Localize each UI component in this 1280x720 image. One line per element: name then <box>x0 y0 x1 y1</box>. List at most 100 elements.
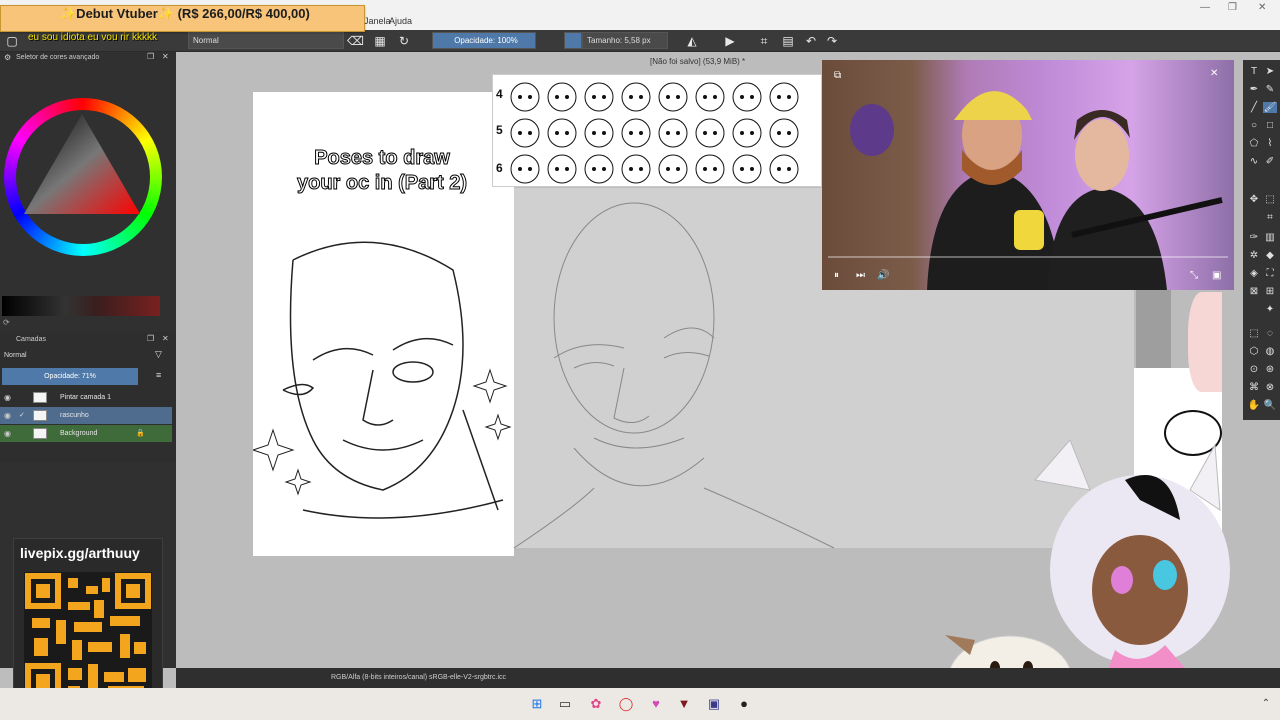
visibility-icon[interactable]: ◉ <box>4 407 11 424</box>
task-view-icon[interactable]: ▭ <box>557 696 573 712</box>
zoom-tool-icon[interactable]: 🔍 <box>1263 400 1277 411</box>
bezier-select-icon[interactable]: ⌘ <box>1247 382 1261 393</box>
transform-tool-icon[interactable]: ⬚ <box>1263 194 1277 205</box>
rect-select-icon[interactable]: ⬚ <box>1247 328 1261 339</box>
rectangle-tool-icon[interactable]: □ <box>1263 120 1277 131</box>
video-close-icon[interactable]: ✕ <box>1210 68 1218 79</box>
menu-item-ajuda[interactable]: Ajuda <box>389 16 412 26</box>
picture-in-picture-video[interactable]: ⧉ ✕ ⏸ ⏭ 🔊 ⤡ ▣ <box>822 60 1234 290</box>
pause-icon[interactable]: ⏸ <box>834 270 839 281</box>
refresh-icon[interactable]: ⟳ <box>3 318 10 327</box>
polygon-tool-icon[interactable]: ⬠ <box>1247 138 1261 149</box>
ellipse-tool-icon[interactable]: ○ <box>1247 120 1261 131</box>
video-progress-bar[interactable] <box>828 256 1228 258</box>
float-layers-icon[interactable]: ❐ <box>147 334 154 343</box>
opacity-slider[interactable]: Opacidade: 100% <box>432 32 536 49</box>
magnetic-select-icon[interactable]: ⊗ <box>1263 382 1277 393</box>
app-record-icon[interactable]: ● <box>736 696 752 712</box>
reload-preset-icon[interactable]: ↻ <box>396 33 412 49</box>
visibility-icon[interactable]: ◉ <box>4 425 11 442</box>
layer-thumbnail <box>33 392 47 403</box>
float-docker-icon[interactable]: ❐ <box>147 52 154 61</box>
freehand-path-icon[interactable]: ✐ <box>1263 156 1277 167</box>
krita-icon[interactable]: ✿ <box>588 696 604 712</box>
move-tool-icon[interactable]: ✥ <box>1247 194 1261 205</box>
layer-row-selected[interactable]: ◉ ✓ rascunho <box>0 407 172 424</box>
layer-row[interactable]: ◉ Pintar camada 1 <box>0 389 172 406</box>
eraser-icon[interactable]: ⌫ <box>347 33 364 49</box>
reference-tool-icon[interactable]: ✦ <box>1263 304 1277 315</box>
fullscreen-icon[interactable]: ▣ <box>1212 270 1221 281</box>
row-number: 4 <box>496 87 503 101</box>
app-v-icon[interactable]: ▼ <box>676 696 692 712</box>
bucket-tool-icon[interactable]: ⛶ <box>1263 268 1277 279</box>
wrap-icon[interactable]: ▤ <box>780 33 796 49</box>
undo-icon[interactable]: ↶ <box>803 33 819 49</box>
volume-icon[interactable]: 🔊 <box>877 270 889 281</box>
lock-icon[interactable]: 🔒 <box>136 425 145 442</box>
maximize-icon[interactable]: ❐ <box>1228 2 1237 13</box>
pen-tool-icon[interactable]: ✒ <box>1247 84 1261 95</box>
notifications-icon[interactable]: ⌃ <box>1258 696 1274 712</box>
close-icon[interactable]: ✕ <box>1258 2 1266 13</box>
freehand-select-icon[interactable]: ◍ <box>1263 346 1277 357</box>
redo-icon[interactable]: ↷ <box>824 33 840 49</box>
bezier-tool-icon[interactable]: ∿ <box>1247 156 1261 167</box>
opera-icon[interactable]: ◯ <box>618 696 634 712</box>
layer-menu-icon[interactable]: ≡ <box>156 370 161 380</box>
mirror-vertical-icon[interactable]: ▶ <box>722 33 738 49</box>
visibility-icon[interactable]: ◉ <box>4 389 11 406</box>
select-tool-icon[interactable]: ➤ <box>1263 66 1277 77</box>
alpha-lock-icon[interactable]: ▦ <box>372 33 388 49</box>
minimize-icon[interactable]: — <box>1200 2 1210 13</box>
size-color-swatch[interactable] <box>564 32 582 49</box>
color-triangle[interactable] <box>16 110 150 244</box>
smart-patch-icon[interactable]: ✲ <box>1247 250 1261 261</box>
eyedropper-icon[interactable]: ✑ <box>1247 232 1261 243</box>
colorize-mask-icon[interactable]: ◈ <box>1247 268 1261 279</box>
calligraphy-icon[interactable]: ✎ <box>1263 84 1277 95</box>
layer-opacity-slider[interactable]: Opacidade: 71% <box>2 368 138 385</box>
fit-icon[interactable]: ⤡ <box>1190 270 1198 281</box>
obs-icon[interactable]: ▣ <box>706 696 722 712</box>
size-slider[interactable]: Tamanho: 5,58 px <box>582 32 668 49</box>
close-layers-icon[interactable]: ✕ <box>162 334 169 343</box>
contiguous-select-icon[interactable]: ⊙ <box>1247 364 1261 375</box>
blend-mode-select[interactable]: Normal <box>188 32 344 49</box>
layer-blend-select[interactable]: Normal <box>2 349 148 363</box>
ellipse-select-icon[interactable]: ◌ <box>1263 328 1277 339</box>
side-reference-gray <box>1136 290 1171 368</box>
filter-icon[interactable]: ▽ <box>155 349 162 360</box>
pan-tool-icon[interactable]: ✋ <box>1247 400 1261 411</box>
similar-select-icon[interactable]: ⊛ <box>1263 364 1277 375</box>
toolbox: T ➤ ✒ ✎ ╱ 🖌 ○ □ ⬠ ⌇ ∿ ✐ ✥ ⬚ ⌗ ✑ ▥ ✲ ◆ ◈ … <box>1243 60 1280 420</box>
layer-name: Background <box>60 430 98 437</box>
layer-row[interactable]: ◉ Background 🔒 <box>0 425 172 442</box>
tool-options-bar: ▢ Normal ⌫ ▦ ↻ Opacidade: 100% Tamanho: … <box>0 30 1280 52</box>
fill-tool-icon[interactable]: ◆ <box>1263 250 1277 261</box>
layers-panel: Camadas ❐ ✕ Normal ▽ Opacidade: 71% ≡ ◉ … <box>0 332 176 462</box>
crop-tool-icon[interactable]: ⌗ <box>1263 212 1277 223</box>
close-docker-icon[interactable]: ✕ <box>162 52 169 61</box>
crop-icon[interactable]: ⌗ <box>756 33 772 49</box>
color-history-bar[interactable] <box>2 296 160 316</box>
line-tool-icon[interactable]: ╱ <box>1247 102 1261 113</box>
app-heart-icon[interactable]: ♥ <box>648 696 664 712</box>
checkmark-icon: ✓ <box>19 412 25 419</box>
gradient-tool-icon[interactable]: ▥ <box>1263 232 1277 243</box>
polygon-select-icon[interactable]: ⬡ <box>1247 346 1261 357</box>
text-tool-icon[interactable]: T <box>1247 66 1261 77</box>
settings-icon[interactable]: ⚙ <box>4 53 11 62</box>
assistant-tool-icon[interactable]: ⊠ <box>1247 286 1261 297</box>
pip-return-icon[interactable]: ⧉ <box>834 70 841 81</box>
menu-item-janela[interactable]: Janela <box>364 16 391 26</box>
measure-tool-icon[interactable]: ⊞ <box>1263 286 1277 297</box>
livepix-url: livepix.gg/arthuuy <box>20 545 140 561</box>
brush-tool-icon[interactable]: 🖌 <box>1263 102 1277 113</box>
mirror-horizontal-icon[interactable]: ◭ <box>684 33 700 49</box>
next-icon[interactable]: ⏭ <box>856 270 865 281</box>
new-document-icon[interactable]: ▢ <box>4 33 20 49</box>
polyline-tool-icon[interactable]: ⌇ <box>1263 138 1277 149</box>
layer-thumbnail <box>33 428 47 439</box>
windows-start-icon[interactable]: ⊞ <box>529 696 545 712</box>
